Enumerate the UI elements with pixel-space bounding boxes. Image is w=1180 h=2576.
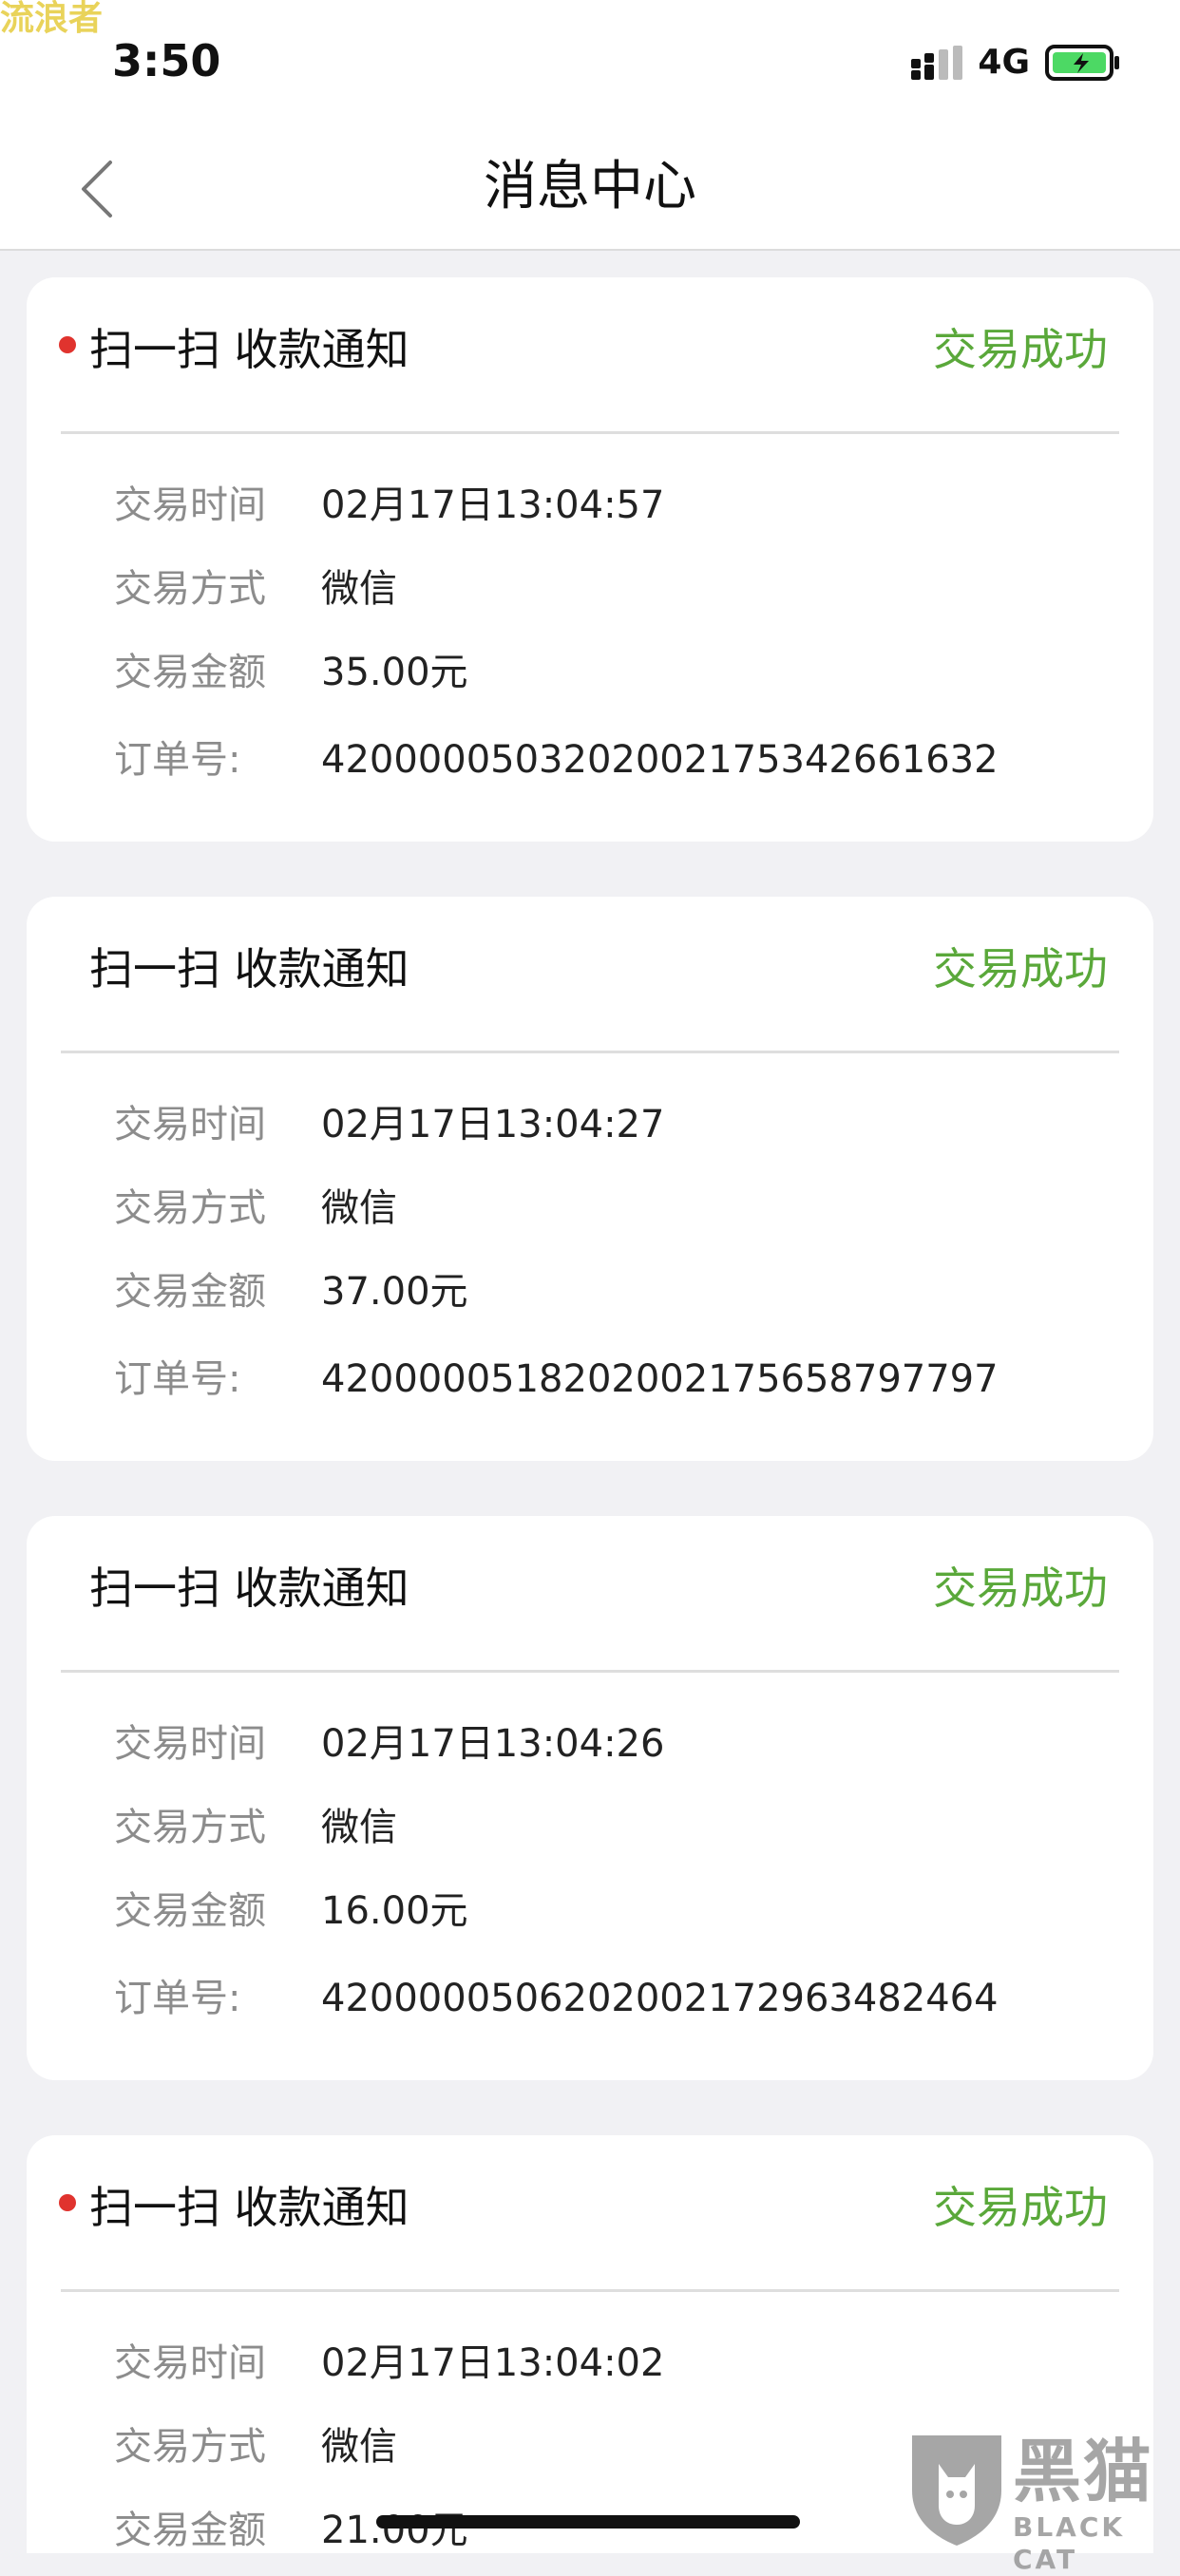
status-bar: 流浪者 3:50 4G (0, 0, 1180, 125)
detail-value: 微信 (321, 1806, 397, 1849)
card-title: 扫一扫 收款通知 (89, 2182, 409, 2233)
detail-row-amount: 交易金额 37.00元 (27, 1263, 1153, 1320)
detail-value: 4200000503202002175342661632 (321, 738, 999, 782)
detail-row-method: 交易方式 微信 (27, 1180, 1153, 1237)
detail-label: 交易金额 (114, 2509, 266, 2552)
watermark-text: 流浪者 (0, 0, 104, 38)
watermark-logo-subtext: BLACK CAT (1013, 2511, 1126, 2575)
card-header: 扫一扫 收款通知 交易成功 (27, 277, 1153, 431)
status-time: 3:50 (112, 35, 221, 86)
card-divider (61, 1051, 1119, 1053)
detail-value: 35.00元 (321, 651, 468, 694)
detail-row-time: 交易时间 02月17日13:04:57 (27, 477, 1153, 534)
detail-label: 交易金额 (114, 651, 266, 694)
detail-value: 02月17日13:04:57 (321, 483, 665, 527)
detail-row-order: 订单号: 4200000506202002172963482464 (27, 1970, 1153, 2027)
page-title: 消息中心 (484, 156, 696, 218)
detail-row-time: 交易时间 02月17日13:04:26 (27, 1715, 1153, 1772)
detail-value: 微信 (321, 1186, 397, 1230)
detail-row-order: 订单号: 4200000518202002175658797797 (27, 1351, 1153, 1408)
detail-value: 微信 (321, 567, 397, 611)
watermark-logo-text: 黑猫 (1013, 2432, 1154, 2511)
detail-label: 交易方式 (114, 1806, 266, 1849)
detail-row-method: 交易方式 微信 (27, 1799, 1153, 1856)
detail-label: 交易时间 (114, 1103, 266, 1146)
detail-label: 订单号: (114, 1357, 241, 1401)
card-header: 扫一扫 收款通知 交易成功 (27, 897, 1153, 1051)
network-type-label: 4G (978, 43, 1030, 82)
unread-dot (59, 2194, 76, 2211)
card-title: 扫一扫 收款通知 (89, 943, 409, 994)
transaction-status: 交易成功 (933, 943, 1108, 994)
detail-value: 02月17日13:04:27 (321, 1103, 665, 1146)
detail-row-time: 交易时间 02月17日13:04:02 (27, 2335, 1153, 2392)
detail-value: 02月17日13:04:26 (321, 1722, 665, 1766)
card-header: 扫一扫 收款通知 交易成功 (27, 2135, 1153, 2289)
unread-dot (59, 336, 76, 353)
detail-row-order: 订单号: 4200000503202002175342661632 (27, 731, 1153, 788)
detail-label: 交易时间 (114, 2341, 266, 2385)
detail-row-method: 交易方式 微信 (27, 560, 1153, 617)
status-indicators: 4G (911, 42, 1121, 84)
card-header: 扫一扫 收款通知 交易成功 (27, 1516, 1153, 1670)
chevron-left-icon (82, 161, 112, 218)
message-card[interactable]: 扫一扫 收款通知 交易成功 交易时间 02月17日13:04:27 交易方式 微… (27, 897, 1153, 1461)
detail-label: 交易方式 (114, 1186, 266, 1230)
card-title: 扫一扫 收款通知 (89, 324, 409, 375)
transaction-status: 交易成功 (933, 1563, 1108, 1614)
back-button[interactable] (68, 156, 125, 222)
detail-label: 订单号: (114, 1977, 241, 2020)
card-divider (61, 431, 1119, 434)
detail-label: 订单号: (114, 738, 241, 782)
detail-label: 交易时间 (114, 1722, 266, 1766)
transaction-status: 交易成功 (933, 324, 1108, 375)
black-cat-logo-icon (912, 2435, 1001, 2546)
watermark-logo: 黑猫 BLACK CAT (904, 2432, 1180, 2575)
detail-label: 交易方式 (114, 567, 266, 611)
detail-label: 交易金额 (114, 1270, 266, 1314)
card-title: 扫一扫 收款通知 (89, 1563, 409, 1614)
detail-row-time: 交易时间 02月17日13:04:27 (27, 1096, 1153, 1153)
detail-row-amount: 交易金额 16.00元 (27, 1883, 1153, 1940)
detail-value: 4200000506202002172963482464 (321, 1977, 999, 2020)
message-card[interactable]: 扫一扫 收款通知 交易成功 交易时间 02月17日13:04:57 交易方式 微… (27, 277, 1153, 842)
message-list[interactable]: 扫一扫 收款通知 交易成功 交易时间 02月17日13:04:57 交易方式 微… (0, 251, 1180, 2553)
message-card[interactable]: 扫一扫 收款通知 交易成功 交易时间 02月17日13:04:26 交易方式 微… (27, 1516, 1153, 2080)
detail-value: 37.00元 (321, 1270, 468, 1314)
detail-row-amount: 交易金额 35.00元 (27, 644, 1153, 701)
transaction-status: 交易成功 (933, 2182, 1108, 2233)
detail-value: 16.00元 (321, 1889, 468, 1933)
detail-label: 交易方式 (114, 2425, 266, 2469)
detail-label: 交易时间 (114, 483, 266, 527)
detail-value: 微信 (321, 2425, 397, 2469)
card-divider (61, 1670, 1119, 1673)
detail-value: 4200000518202002175658797797 (321, 1357, 999, 1401)
navigation-bar: 消息中心 (0, 125, 1180, 251)
detail-label: 交易金额 (114, 1889, 266, 1933)
card-divider (61, 2289, 1119, 2292)
cellular-signal-icon (911, 46, 963, 80)
detail-value: 02月17日13:04:02 (321, 2341, 665, 2385)
battery-charging-icon (1045, 45, 1119, 81)
home-indicator[interactable] (376, 2515, 800, 2529)
